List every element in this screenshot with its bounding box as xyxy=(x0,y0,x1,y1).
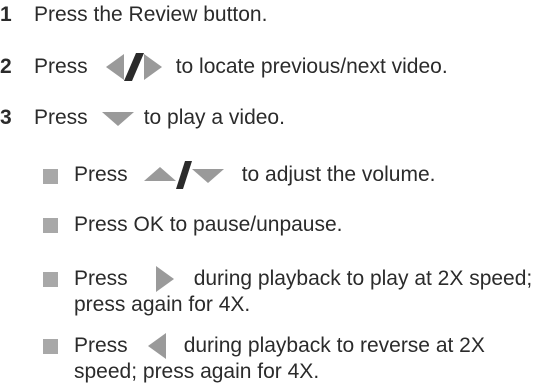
right-arrow-icon xyxy=(143,54,162,80)
bullet-text: Press OK to pause/unpause. xyxy=(74,213,343,236)
step-1: 1 Press the Review button. xyxy=(0,0,267,30)
bullet-text-pre: Press xyxy=(74,334,128,357)
bullet-text-pre: Press xyxy=(74,267,128,290)
bullet-item-fast-forward: Press during playback to play at 2X spee… xyxy=(74,264,532,294)
left-arrow-icon xyxy=(147,333,166,359)
step-text-post: to locate previous/next video. xyxy=(175,55,448,78)
down-arrow-icon xyxy=(101,112,134,126)
step-number: 3 xyxy=(0,106,12,129)
right-arrow-icon xyxy=(155,266,174,292)
slash-icon xyxy=(175,161,192,189)
up-arrow-icon xyxy=(143,167,176,181)
bullet-marker xyxy=(43,339,58,354)
bullet-marker xyxy=(43,218,58,233)
step-text-pre: Press xyxy=(34,55,88,78)
bullet-text-post: during playback to play at 2X speed; xyxy=(193,267,533,290)
step-number: 2 xyxy=(0,55,12,78)
bullet-item-pause: Press OK to pause/unpause. xyxy=(74,210,343,240)
bullet-text-continuation: press again for 4X. xyxy=(74,293,251,316)
bullet-marker xyxy=(43,169,58,184)
down-arrow-icon xyxy=(191,169,224,183)
bullet-text-post: to adjust the volume. xyxy=(241,163,436,186)
bullet-marker xyxy=(43,272,58,287)
step-text-pre: Press xyxy=(34,106,88,129)
step-3: 3 Press to play a video. xyxy=(0,103,285,133)
bullet-text-post: during playback to reverse at 2X xyxy=(183,334,485,357)
slash-icon xyxy=(123,53,144,81)
bullet-text-pre: Press xyxy=(74,163,128,186)
bullet-item-volume: Press to adjust the volume. xyxy=(74,160,435,190)
bullet-item-reverse: Press during playback to reverse at 2X xyxy=(74,331,485,361)
step-text: Press the Review button. xyxy=(34,3,268,26)
left-arrow-icon xyxy=(105,54,124,80)
step-number: 1 xyxy=(0,3,12,26)
bullet-text-continuation: speed; press again for 4X. xyxy=(74,360,320,383)
step-2: 2 Press to locate previous/next video. xyxy=(0,52,448,82)
step-text-post: to play a video. xyxy=(143,106,285,129)
